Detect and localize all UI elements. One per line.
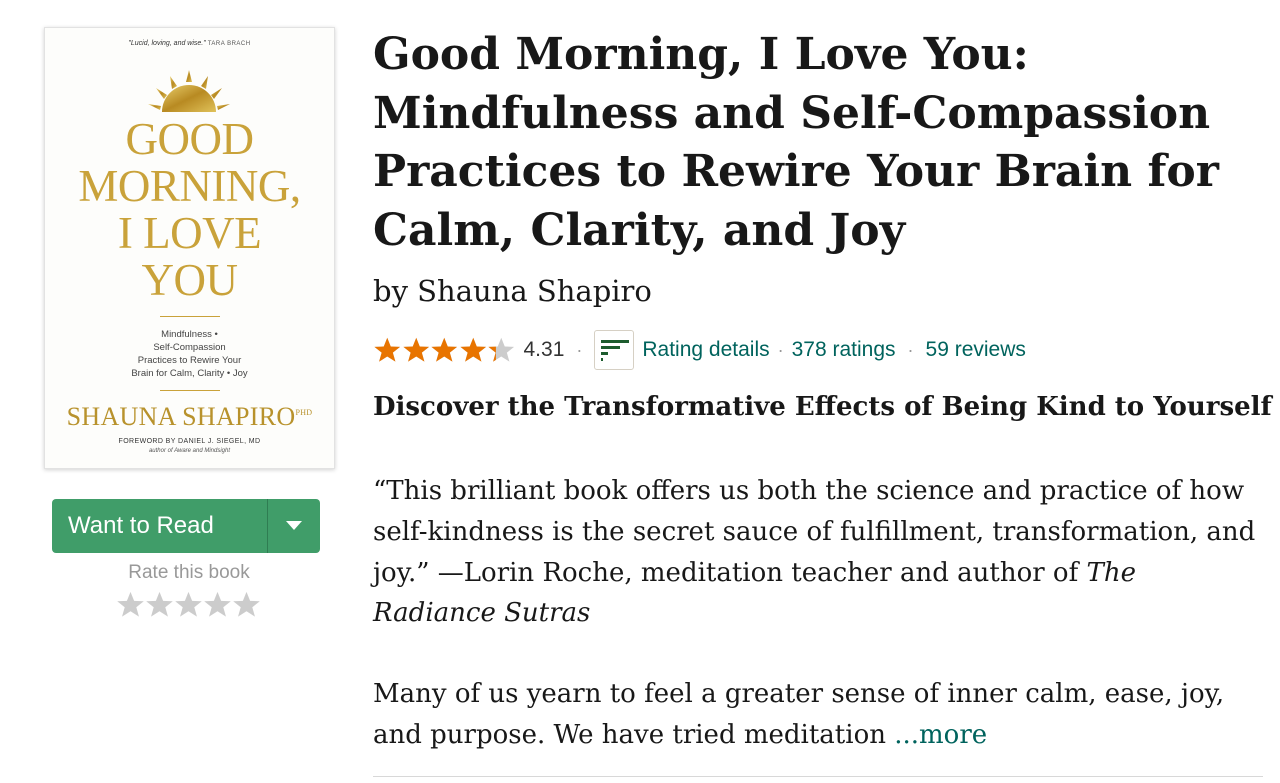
cover-foreword-sub: author of Aware and Mindsight (148, 448, 231, 454)
rating-star-5 (487, 336, 516, 364)
cover-title: GOOD MORNING, I LOVE YOU (78, 114, 301, 305)
average-rating-stars (373, 336, 516, 364)
shelf-dropdown-button[interactable] (268, 499, 320, 553)
book-title: Good Morning, I Love You: Mindfulness an… (373, 29, 1219, 256)
want-to-read-button-group: Want to Read (52, 499, 320, 553)
rating-star-3 (430, 336, 459, 364)
rate-star-4[interactable] (203, 589, 232, 620)
rating-details-link[interactable]: Rating details (642, 338, 769, 362)
cover-foreword: FOREWORD BY DANIEL J. SIEGEL, MD (118, 438, 261, 445)
separator-dot: · (907, 339, 914, 360)
reviews-count-link[interactable]: 59 reviews (926, 338, 1026, 362)
rate-this-book-label: Rate this book (128, 562, 250, 583)
cover-divider (160, 316, 220, 317)
author-link[interactable]: Shauna Shapiro (417, 274, 652, 308)
rating-row: 4.31 · Rating details · 378 ratings · 59… (373, 330, 1026, 370)
rate-stars (116, 589, 261, 620)
description-body: Many of us yearn to feel a greater sense… (373, 679, 1225, 750)
rate-star-2[interactable] (145, 589, 174, 620)
average-rating: 4.31 (523, 338, 565, 361)
rating-histogram-icon[interactable] (594, 330, 635, 370)
description-quote: “This brilliant book offers us both the … (373, 476, 1256, 629)
divider (373, 776, 1263, 777)
rate-star-5[interactable] (232, 589, 261, 620)
cover-quote: "Lucid, loving, and wise." TARA BRACH (128, 40, 251, 47)
description-tagline: Discover the Transformative Effects of B… (373, 392, 1272, 422)
caret-down-icon (286, 521, 302, 530)
rating-star-4 (459, 336, 488, 364)
more-link[interactable]: ...more (894, 720, 987, 750)
rate-star-3[interactable] (174, 589, 203, 620)
sun-icon (148, 70, 230, 112)
cover-author: SHAUNA SHAPIROPHD (66, 402, 313, 431)
want-to-read-button[interactable]: Want to Read (52, 499, 267, 553)
by-label: by (373, 274, 408, 308)
ratings-count-link[interactable]: 378 ratings (792, 338, 896, 362)
rating-star-2 (402, 336, 431, 364)
rating-star-1 (373, 336, 402, 364)
rate-star-1[interactable] (116, 589, 145, 620)
cover-divider (160, 390, 220, 391)
book-description: “This brilliant book offers us both the … (373, 471, 1263, 756)
separator-dot: · (576, 339, 583, 360)
book-cover[interactable]: "Lucid, loving, and wise." TARA BRACH GO… (44, 27, 335, 469)
separator-dot: · (777, 339, 784, 360)
byline: by Shauna Shapiro (373, 274, 652, 308)
cover-subtitle: Mindfulness • Self-Compassion Practices … (131, 329, 248, 379)
